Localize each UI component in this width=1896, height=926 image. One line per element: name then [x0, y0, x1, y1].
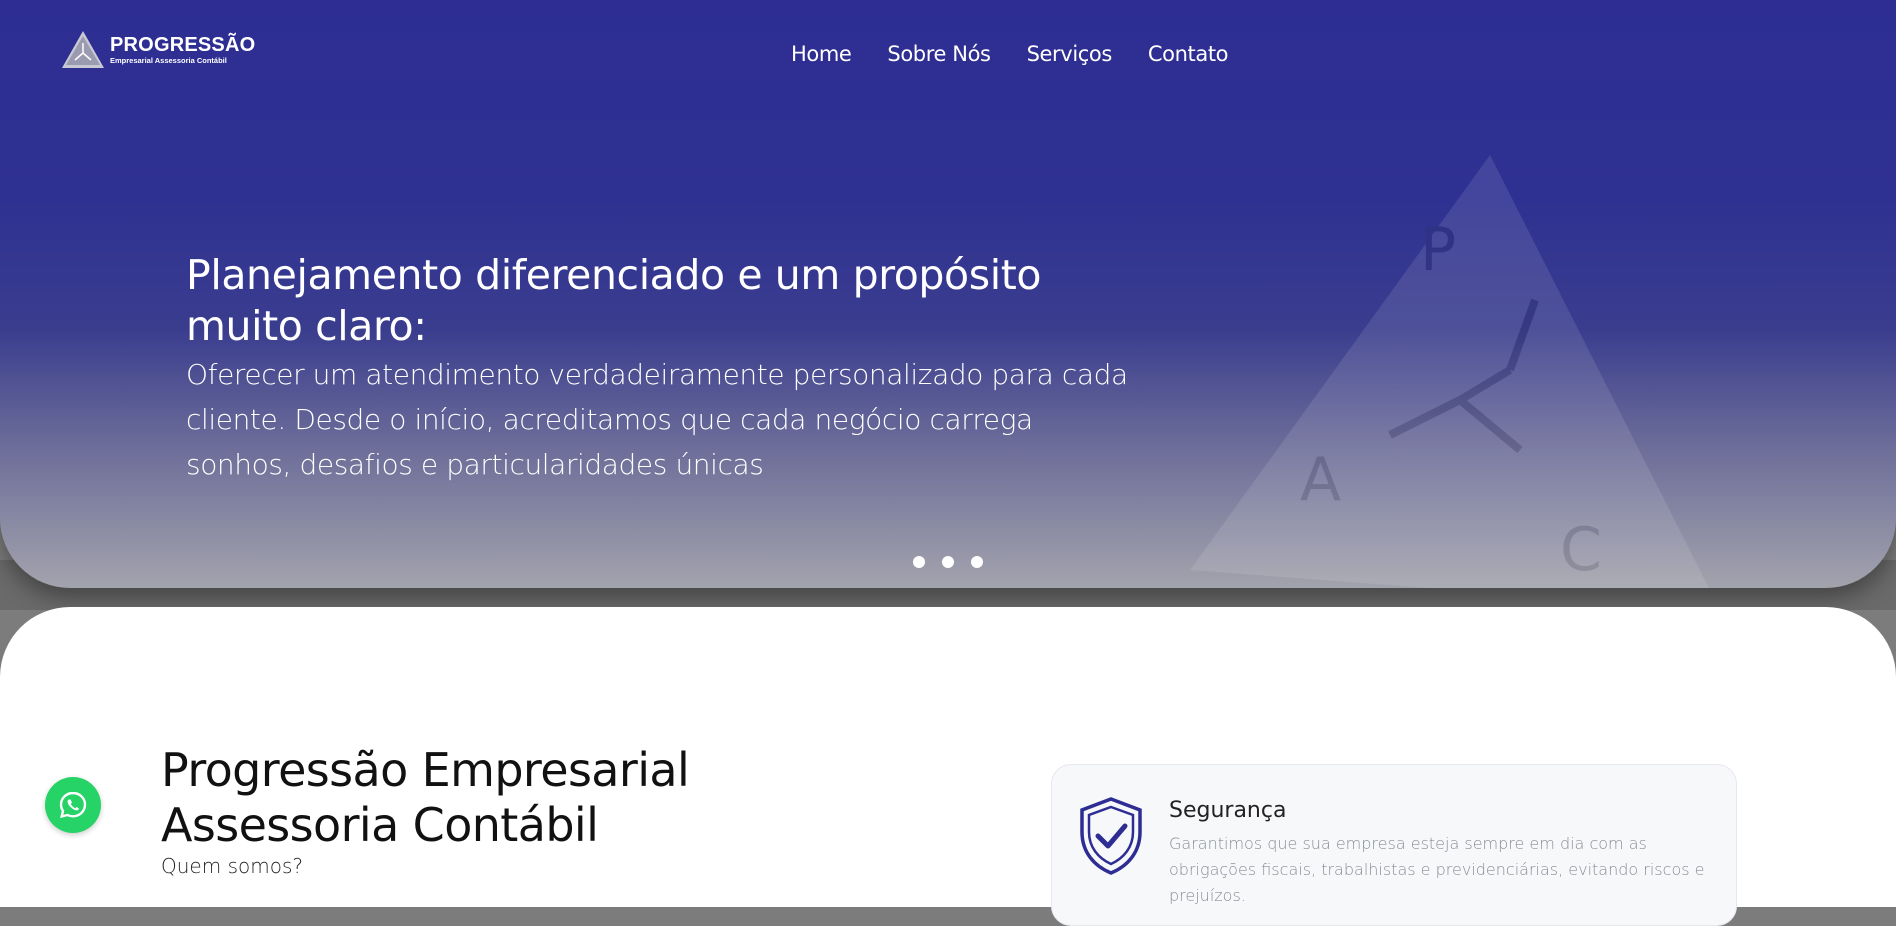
shield-check-icon: [1080, 797, 1142, 875]
whatsapp-icon: [59, 791, 87, 819]
hero-title: Planejamento diferenciado e um propósito…: [186, 251, 1042, 350]
about-title: Progressão Empresarial Assessoria Contáb…: [161, 743, 690, 852]
hero-banner: P A C PROGRESSÃO Empresarial Assessoria …: [0, 0, 1896, 588]
main-nav: Home Sobre Nós Serviços Contato: [791, 42, 1264, 66]
whatsapp-button[interactable]: [45, 777, 101, 833]
carousel-dot-1[interactable]: [913, 556, 925, 568]
about-subtitle: Quem somos?: [161, 854, 303, 878]
hero-description: Oferecer um atendimento verdadeiramente …: [186, 358, 1128, 481]
nav-sobre-nos[interactable]: Sobre Nós: [887, 42, 991, 66]
brand-logo[interactable]: PROGRESSÃO Empresarial Assessoria Contáb…: [60, 28, 255, 72]
hero-text: Planejamento diferenciado e um propósito…: [186, 250, 1146, 487]
carousel-dot-3[interactable]: [971, 556, 983, 568]
nav-servicos[interactable]: Serviços: [1027, 42, 1113, 66]
carousel-dot-2[interactable]: [942, 556, 954, 568]
logo-title: PROGRESSÃO: [110, 34, 256, 57]
logo-watermark: P A C: [1190, 155, 1709, 588]
logo-triangle-icon: [62, 31, 104, 68]
svg-text:P: P: [1420, 215, 1456, 285]
logo-subtitle: Empresarial Assessoria Contábil: [110, 56, 227, 66]
feature-card-text: Garantimos que sua empresa esteja sempre…: [1169, 834, 1705, 905]
nav-home[interactable]: Home: [791, 42, 852, 66]
svg-text:A: A: [1300, 445, 1341, 515]
feature-card-title: Segurança: [1169, 798, 1287, 823]
feature-card-seguranca: Segurança Garantimos que sua empresa est…: [1051, 764, 1737, 926]
svg-text:C: C: [1560, 515, 1602, 585]
nav-contato[interactable]: Contato: [1148, 42, 1229, 66]
about-section: Progressão Empresarial Assessoria Contáb…: [0, 607, 1896, 926]
carousel-indicators: [913, 556, 1000, 568]
